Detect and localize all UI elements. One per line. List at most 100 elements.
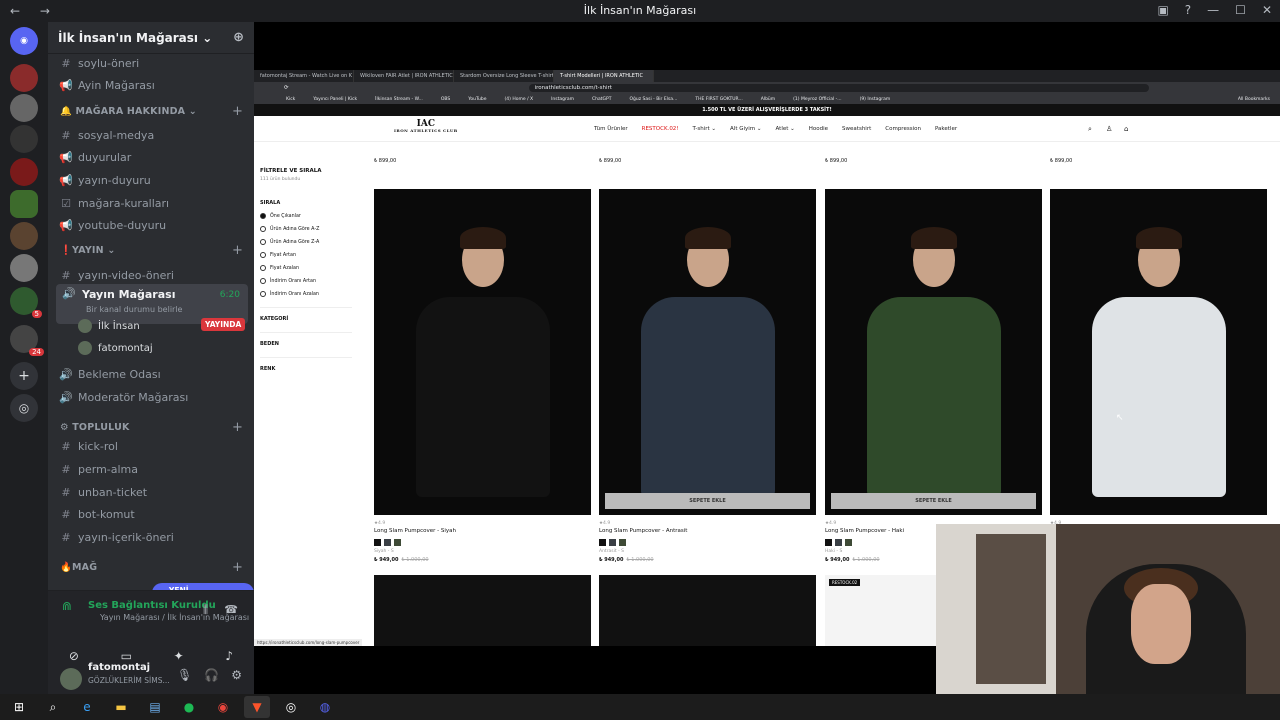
add-to-cart-button[interactable]: SEPETE EKLE [831, 493, 1036, 509]
radio-button[interactable] [260, 213, 266, 219]
sort-header[interactable]: SIRALA [260, 200, 352, 206]
reload-icon[interactable]: ⟳ [284, 85, 289, 91]
bookmark-item[interactable]: YouTube [468, 97, 486, 102]
bookmark-item[interactable]: (4) Home / X [505, 97, 534, 102]
radio-button[interactable] [260, 291, 266, 297]
category-bottom[interactable]: 🔥MAĞ + [60, 560, 243, 575]
server-icon-active[interactable] [10, 190, 38, 218]
chrome-icon[interactable]: ◉ [210, 696, 236, 718]
product-image[interactable]: SEPETE EKLE [599, 189, 816, 515]
bookmark-item[interactable]: Instagram [551, 97, 574, 102]
activities-icon[interactable]: ✦ [174, 649, 184, 663]
product-image-next-row[interactable] [599, 575, 816, 646]
channel-item[interactable]: # unban-ticket [58, 482, 248, 502]
product-image[interactable] [374, 189, 591, 515]
radio-button[interactable] [260, 265, 266, 271]
bookmark-item[interactable]: THE FIRST GOKTUR... [695, 97, 742, 102]
browser-tab[interactable]: Stardom Oversize Long Sleeve T-shirt [454, 70, 554, 82]
channel-item[interactable]: 🔊 Moderatör Mağarası [58, 387, 248, 407]
color-swatch[interactable] [619, 539, 626, 546]
channel-item[interactable]: # perm-alma [58, 459, 248, 479]
channel-item[interactable]: 📢 yayın-duyuru [58, 170, 248, 190]
nav-link[interactable]: Compression [885, 126, 921, 132]
nav-link[interactable]: Sweatshirt [842, 126, 871, 132]
color-swatch[interactable] [374, 539, 381, 546]
nav-link[interactable]: Paketler [935, 126, 957, 132]
minimize-button[interactable]: — [1207, 3, 1219, 17]
add-channel-icon[interactable]: + [232, 243, 243, 258]
avatar[interactable] [60, 668, 82, 690]
account-icon[interactable]: ♙ [1106, 125, 1112, 133]
discord-home-icon[interactable]: ◉ [10, 27, 38, 55]
product-name[interactable]: Long Slam Pumpcover - Siyah [374, 528, 591, 534]
noise-icon[interactable]: ⫼ [203, 603, 208, 617]
channel-item[interactable]: 📢 duyurular [58, 147, 248, 167]
browser-tab[interactable]: Wikiloven FAIR Atlet | IRON ATHLETIC [354, 70, 454, 82]
discover-icon[interactable]: ◎ [10, 394, 38, 422]
bookmark-item[interactable]: ChatGPT [592, 97, 611, 102]
product-image[interactable] [1050, 189, 1267, 515]
radio-button[interactable] [260, 239, 266, 245]
bookmark-item[interactable]: (1) Meyroz Official -... [793, 97, 841, 102]
add-channel-icon[interactable]: + [232, 104, 243, 119]
nav-link[interactable]: T-shirt ⌄ [693, 126, 717, 132]
server-icon[interactable]: 5 [10, 287, 42, 318]
server-icon[interactable]: 24 [10, 325, 44, 356]
add-channel-icon[interactable]: + [232, 560, 243, 575]
add-channel-icon[interactable]: + [232, 420, 243, 435]
color-swatch[interactable] [394, 539, 401, 546]
discord-icon[interactable]: ◍ [312, 696, 338, 718]
username[interactable]: fatomontaj [88, 662, 150, 673]
bookmark-item[interactable]: Oğuz Sasi - Bir Elsa... [629, 97, 677, 102]
help-icon[interactable]: ? [1185, 3, 1191, 17]
product-name[interactable]: Long Slam Pumpcover - Antrasit [599, 528, 816, 534]
color-swatch[interactable] [609, 539, 616, 546]
color-swatch[interactable] [835, 539, 842, 546]
signal-icon[interactable]: ⋒ [62, 599, 72, 613]
headphones-icon[interactable]: 🎧 [204, 668, 219, 682]
bookmark-item[interactable]: (9) Instagram [860, 97, 891, 102]
screen-share-icon[interactable]: ▭ [121, 649, 132, 663]
nav-link[interactable]: RESTOCK.02! [642, 126, 679, 132]
url-input[interactable]: ironathleticsclub.com/t-shirt [528, 84, 1149, 92]
nav-link[interactable]: Alt Giyim ⌄ [730, 126, 761, 132]
channel-item[interactable]: ☑ mağara-kuralları [58, 193, 248, 213]
sort-option[interactable]: Öne Çıkanlar [260, 213, 352, 219]
sort-option[interactable]: Ürün Adına Göre Z-A [260, 239, 352, 245]
server-icon[interactable] [10, 64, 38, 92]
category-magara[interactable]: 🔔 MAĞARA HAKKINDA ⌄ + [60, 104, 243, 119]
category-yayin[interactable]: ❗YAYIN ⌄ + [60, 243, 243, 258]
obs-icon[interactable]: ◎ [278, 696, 304, 718]
product-image-next-row[interactable] [374, 575, 591, 646]
all-bookmarks[interactable]: All Bookmarks [1238, 97, 1270, 102]
sort-option[interactable]: İndirim Oranı Artan [260, 278, 352, 284]
voice-user[interactable]: İlk İnsan [78, 316, 140, 336]
radio-button[interactable] [260, 252, 266, 258]
server-icon[interactable] [10, 94, 38, 122]
disconnect-icon[interactable]: ☎ [224, 603, 238, 616]
microphone-icon[interactable]: 🎙 [177, 668, 192, 682]
category-topluluk[interactable]: ⚙ TOPLULUK + [60, 420, 243, 435]
filter-section[interactable]: BEDEN [260, 332, 352, 347]
store-icon[interactable]: ▤ [142, 696, 168, 718]
search-icon[interactable]: ⌕ [40, 696, 66, 718]
inbox-icon[interactable]: ▣ [1157, 3, 1168, 17]
windows-start-icon[interactable]: ⊞ [6, 696, 32, 718]
channel-item[interactable]: # kick-rol [58, 436, 248, 456]
radio-button[interactable] [260, 278, 266, 284]
bookmark-item[interactable]: Yayıncı Paneli | Kick [313, 97, 357, 102]
edge-icon[interactable]: e [74, 696, 100, 718]
channel-status-prompt[interactable]: Bir kanal durumu belirle [86, 305, 182, 314]
server-header[interactable]: İlk İnsan'ın Mağarası ⌄ ⊕ [48, 22, 254, 54]
bookmark-item[interactable]: Albüm [761, 97, 775, 102]
brave-icon[interactable]: ▼ [244, 696, 270, 718]
sort-option[interactable]: Ürün Adına Göre A-Z [260, 226, 352, 232]
settings-gear-icon[interactable]: ⚙ [231, 668, 242, 682]
nav-link[interactable]: Hoodie [809, 126, 828, 132]
channel-item[interactable]: # yayın-içerik-öneri [58, 527, 248, 547]
add-server-icon[interactable]: + [10, 362, 38, 390]
search-icon[interactable]: ⌕ [1088, 125, 1092, 134]
close-button[interactable]: ✕ [1262, 3, 1272, 17]
add-to-cart-button[interactable]: SEPETE EKLE [605, 493, 810, 509]
channel-item[interactable]: 📢 youtube-duyuru [58, 215, 248, 235]
